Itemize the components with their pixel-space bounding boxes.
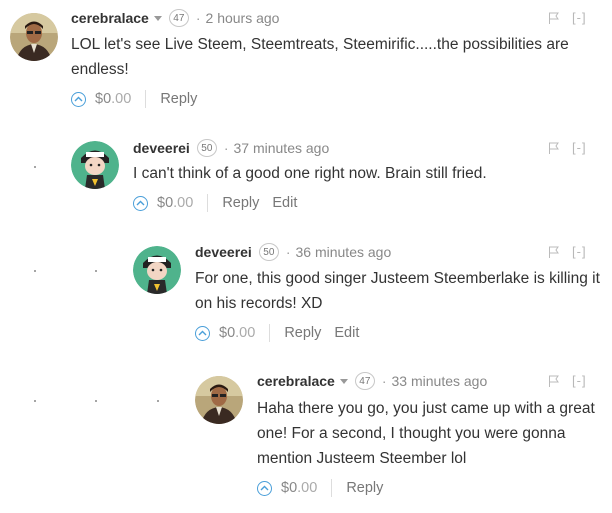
comment-tools: [-] [548, 10, 587, 25]
timestamp[interactable]: 2 hours ago [206, 10, 280, 26]
payout-value[interactable]: $0.00 [95, 91, 131, 107]
thread-dot [34, 400, 36, 402]
payout-value[interactable]: $0.00 [157, 195, 193, 211]
deveerei-avatar-icon [71, 141, 119, 189]
thread-dot [34, 270, 36, 272]
flag-icon[interactable] [548, 246, 560, 258]
comment-footer: $0.00 Reply Edit [195, 324, 359, 342]
separator-dot: · [195, 10, 201, 26]
divider [145, 90, 147, 108]
thread-dot [95, 400, 97, 402]
payout-value[interactable]: $0.00 [219, 325, 255, 341]
comment-tools: [-] [548, 140, 587, 155]
author-name[interactable]: deveerei [133, 140, 190, 156]
edit-link[interactable]: Edit [272, 195, 297, 211]
collapse-toggle[interactable]: [-] [572, 10, 587, 25]
reply-link[interactable]: Reply [284, 325, 321, 341]
reputation-badge: 50 [196, 139, 217, 157]
comment-header: deveerei 50 · 36 minutes ago [195, 243, 391, 261]
upvote-chevron-icon[interactable] [133, 195, 148, 211]
divider [207, 194, 209, 212]
divider [331, 479, 333, 497]
comment-footer: $0.00 Reply Edit [133, 194, 297, 212]
separator-dot: · [285, 244, 291, 260]
comment-tools: [-] [548, 244, 587, 259]
author-name[interactable]: cerebralace [257, 373, 335, 389]
collapse-toggle[interactable]: [-] [572, 140, 587, 155]
flag-icon[interactable] [548, 12, 560, 24]
user-avatar[interactable] [133, 246, 181, 294]
separator-dot: · [381, 373, 387, 389]
upvote-chevron-icon[interactable] [195, 325, 210, 341]
comment-footer: $0.00 Reply [257, 479, 383, 497]
thread-dot [34, 166, 36, 168]
edit-link[interactable]: Edit [334, 325, 359, 341]
chevron-down-icon[interactable] [153, 16, 162, 21]
timestamp[interactable]: 36 minutes ago [296, 244, 392, 260]
flag-icon[interactable] [548, 375, 560, 387]
deveerei-avatar-icon [133, 246, 181, 294]
comment-header: cerebralace 47 · 33 minutes ago [257, 372, 487, 390]
chevron-down-icon[interactable] [339, 379, 348, 384]
thread-dot [95, 270, 97, 272]
cerebralace-avatar-icon [195, 376, 243, 424]
thread-dot [157, 400, 159, 402]
payout-value[interactable]: $0.00 [281, 480, 317, 496]
author-name[interactable]: deveerei [195, 244, 252, 260]
user-avatar[interactable] [71, 141, 119, 189]
comment-header: cerebralace 47 · 2 hours ago [71, 9, 279, 27]
upvote-chevron-icon[interactable] [71, 91, 86, 107]
collapse-toggle[interactable]: [-] [572, 244, 587, 259]
user-avatar[interactable] [195, 376, 243, 424]
reply-link[interactable]: Reply [160, 91, 197, 107]
comment-footer: $0.00 Reply [71, 90, 197, 108]
separator-dot: · [223, 140, 229, 156]
collapse-toggle[interactable]: [-] [572, 373, 587, 388]
timestamp[interactable]: 33 minutes ago [392, 373, 488, 389]
reply-link[interactable]: Reply [222, 195, 259, 211]
comment-tools: [-] [548, 373, 587, 388]
comment-header: deveerei 50 · 37 minutes ago [133, 139, 329, 157]
upvote-chevron-icon[interactable] [257, 480, 272, 496]
author-name[interactable]: cerebralace [71, 10, 149, 26]
comment-body: For one, this good singer Justeem Steemb… [195, 270, 600, 312]
comment-body: Haha there you go, you just came up with… [257, 400, 595, 467]
timestamp[interactable]: 37 minutes ago [234, 140, 330, 156]
user-avatar[interactable] [10, 13, 58, 61]
reputation-badge: 47 [354, 372, 375, 390]
reply-link[interactable]: Reply [346, 480, 383, 496]
divider [269, 324, 271, 342]
cerebralace-avatar-icon [10, 13, 58, 61]
flag-icon[interactable] [548, 142, 560, 154]
reputation-badge: 47 [168, 9, 189, 27]
comment-body: I can't think of a good one right now. B… [133, 165, 487, 182]
comment-body: LOL let's see Live Steem, Steemtreats, S… [71, 36, 569, 78]
reputation-badge: 50 [258, 243, 279, 261]
